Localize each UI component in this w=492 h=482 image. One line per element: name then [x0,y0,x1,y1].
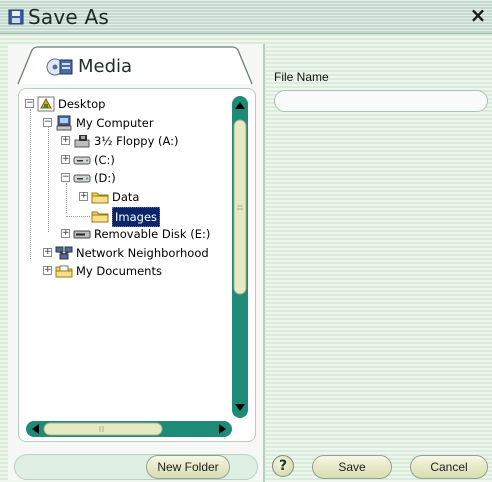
drive-icon [73,170,91,186]
collapse-icon[interactable]: − [25,99,34,108]
expand-icon[interactable]: + [43,247,52,257]
folder-icon [91,189,109,205]
documents-icon [55,263,73,279]
floppy-icon [73,133,91,149]
tree-item-label: Removable Disk (E:) [94,227,211,242]
horizontal-scrollbar[interactable] [26,420,232,438]
close-button[interactable]: × [468,5,488,26]
vertical-scrollbar[interactable] [231,96,249,418]
floppy-save-icon [8,9,24,25]
desktop-icon [37,96,55,112]
expand-icon[interactable]: + [61,136,70,146]
network-icon [55,245,73,261]
new-folder-button[interactable]: New Folder [146,455,230,479]
expand-icon[interactable]: + [43,266,52,276]
tree-item-label: Data [112,190,140,204]
tree-item-label: Network Neighborhood [76,245,209,260]
tree-item-label: (C:) [94,152,115,167]
tree-list: − Desktop − My Computer +3½ Floppy (A:) + (C:)… [25,95,225,415]
tree-connector [30,109,31,259]
title-bar[interactable]: Save As × [0,0,492,34]
media-tab-label: Media [78,56,133,77]
tree-item-label: My Computer [76,115,154,130]
removable-disk-icon [73,226,91,242]
save-as-dialog: Save As × Media − Desktop − My Computer +3½ … [0,0,492,482]
collapse-icon[interactable]: − [61,173,70,183]
tree-item-label: Desktop [58,97,106,111]
collapse-icon[interactable]: − [43,117,52,127]
tree-item-label: 3½ Floppy (A:) [94,134,179,149]
tree-item-label: (D:) [94,171,116,186]
drive-icon [73,152,91,168]
tab-media[interactable]: Media [16,46,254,86]
expand-icon[interactable]: + [79,192,88,201]
tree-connector [66,183,67,213]
cancel-button[interactable]: Cancel [410,455,488,479]
save-button[interactable]: Save [312,455,392,479]
file-name-input[interactable] [274,90,488,112]
file-name-label: File Name [274,70,329,84]
tree-item-label: My Documents [76,264,162,279]
computer-icon [55,115,73,131]
expand-icon[interactable]: + [61,229,70,239]
pane-divider[interactable] [263,44,265,482]
folder-icon [91,208,109,224]
folder-tree[interactable]: − Desktop − My Computer +3½ Floppy (A:) + (C:)… [18,88,256,442]
help-button[interactable]: ? [272,455,294,477]
tree-connector [48,127,49,232]
expand-icon[interactable]: + [61,154,70,164]
tree-connector [66,215,90,217]
window-title: Save As [28,5,109,29]
tree-item-label: Images [112,206,161,227]
